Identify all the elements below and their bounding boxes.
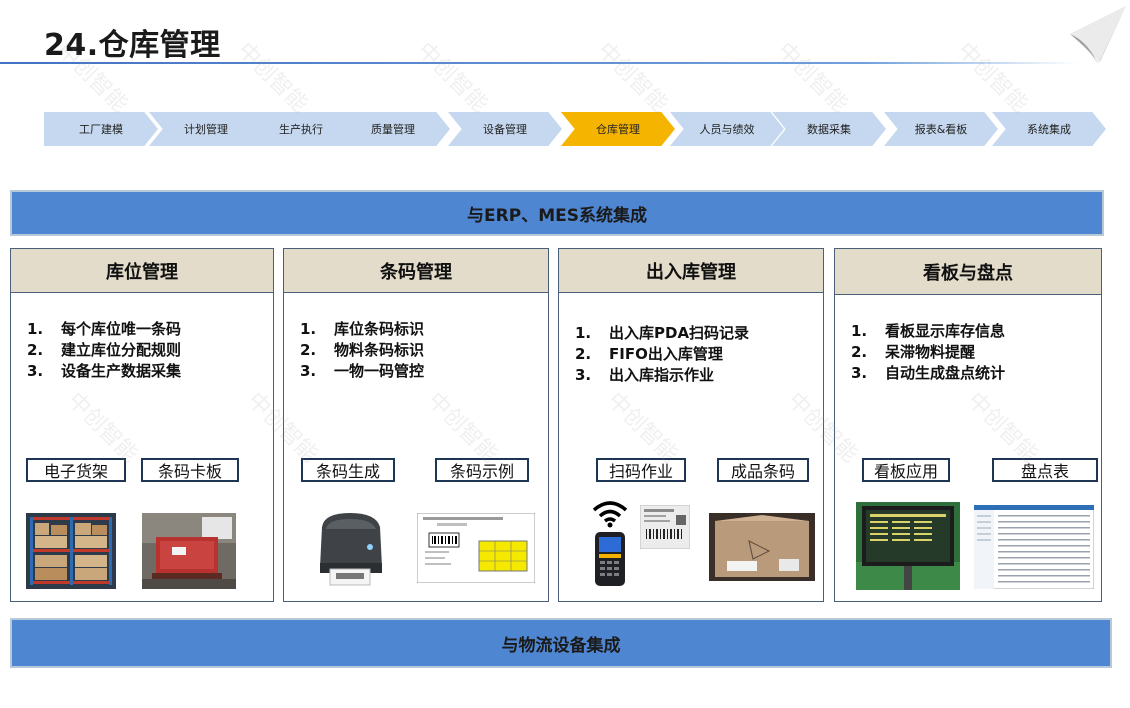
process-step-personnel[interactable]: 人员与绩效	[670, 112, 784, 146]
watermark: 中创智能	[952, 37, 1033, 118]
list-item: 2. 建立库位分配规则	[27, 341, 182, 359]
process-step-warehouse[interactable]: 仓库管理	[561, 112, 675, 146]
list-item: 2. 呆滞物料提醒	[851, 343, 976, 361]
process-step-data-collection[interactable]: 数据采集	[772, 112, 886, 146]
tag-scan-operation[interactable]: 扫码作业	[596, 458, 686, 482]
tag-kanban-application[interactable]: 看板应用	[862, 458, 950, 482]
list-item: 2. 物料条码标识	[300, 341, 425, 359]
logistics-integration-band: 与物流设备集成	[10, 618, 1112, 668]
pda-scanner-photo	[595, 532, 625, 586]
list-item: 2. FIFO出入库管理	[575, 345, 723, 363]
watermark: 中创智能	[412, 37, 493, 118]
title-rule	[0, 62, 1080, 64]
watermark: 中创智能	[772, 37, 853, 118]
erp-mes-integration-band: 与ERP、MES系统集成	[10, 190, 1104, 236]
tag-barcode-pallet[interactable]: 条码卡板	[141, 458, 239, 482]
process-step-integration[interactable]: 系统集成	[992, 112, 1106, 146]
page-curl-icon	[1070, 6, 1126, 64]
tag-barcode-generate[interactable]: 条码生成	[301, 458, 395, 482]
page-title: 24.仓库管理	[44, 28, 221, 63]
list-item: 3. 出入库指示作业	[575, 366, 715, 384]
list-item: 3. 设备生产数据采集	[27, 362, 182, 380]
inventory-sheet-photo	[974, 505, 1094, 589]
feature-list: 1. 库位条码标识 2. 物料条码标识 3. 一物一码管控	[284, 293, 548, 382]
process-step-quality[interactable]: 质量管理	[336, 112, 450, 146]
watermark: 中创智能	[592, 37, 673, 118]
tag-inventory-sheet[interactable]: 盘点表	[992, 458, 1098, 482]
panel-title: 库位管理	[11, 249, 273, 293]
list-item: 1. 看板显示库存信息	[851, 322, 1006, 340]
barcode-printer-photo	[314, 507, 388, 589]
kanban-board-photo	[856, 502, 960, 590]
feature-list: 1. 每个库位唯一条码 2. 建立库位分配规则 3. 设备生产数据采集	[11, 293, 273, 382]
panel-title: 条码管理	[284, 249, 548, 293]
finished-goods-box-photo	[709, 513, 815, 581]
process-step-equipment[interactable]: 设备管理	[448, 112, 562, 146]
feature-list: 1. 看板显示库存信息 2. 呆滞物料提醒 3. 自动生成盘点统计	[835, 295, 1101, 384]
list-item: 1. 每个库位唯一条码	[27, 320, 182, 338]
list-item: 3. 一物一码管控	[300, 362, 425, 380]
list-item: 1. 库位条码标识	[300, 320, 425, 338]
barcode-sample-photo	[417, 513, 535, 583]
list-item: 1. 出入库PDA扫码记录	[575, 324, 750, 342]
watermark: 中创智能	[232, 37, 313, 118]
shelf-photo	[26, 513, 116, 589]
process-flow: 工厂建模 计划管理 生产执行 质量管理 设备管理 仓库管理 人员与绩效 数据采集…	[44, 112, 1106, 146]
panel-title: 看板与盘点	[835, 249, 1101, 295]
panel-title: 出入库管理	[559, 249, 823, 293]
barcode-label-photo	[640, 505, 690, 549]
pallet-photo	[142, 513, 236, 589]
tag-barcode-example[interactable]: 条码示例	[435, 458, 529, 482]
process-step-reports[interactable]: 报表&看板	[884, 112, 998, 146]
feature-list: 1. 出入库PDA扫码记录 2. FIFO出入库管理 3. 出入库指示作业	[559, 293, 823, 386]
tag-electronic-shelf[interactable]: 电子货架	[26, 458, 126, 482]
tag-finished-barcode[interactable]: 成品条码	[717, 458, 809, 482]
process-step-planning[interactable]: 计划管理	[149, 112, 263, 146]
process-step-factory-modeling[interactable]: 工厂建模	[44, 112, 158, 146]
list-item: 3. 自动生成盘点统计	[851, 364, 1006, 382]
wifi-icon	[592, 501, 628, 528]
